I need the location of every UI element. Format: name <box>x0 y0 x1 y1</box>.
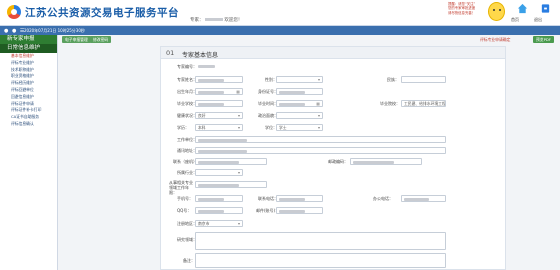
label-work-unit: 工作单位： <box>177 137 197 142</box>
label-birth-date: 出生年月： <box>177 89 197 94</box>
top-header: 江苏公共资源交易电子服务平台 专家： 欢迎您！ 提醒：请您“关注” 您的专家审批… <box>0 0 560 26</box>
expert-no-value <box>196 63 226 70</box>
preview-pdf-button[interactable]: 预览PDF <box>533 36 554 43</box>
label-industry: 所属行业： <box>177 170 197 175</box>
sidebar-item-experience[interactable]: 评标经历维护 <box>0 80 57 87</box>
quick-link[interactable]: 评标专业申请确定 <box>480 36 510 43</box>
health-select[interactable]: 良好 <box>195 112 243 119</box>
label-address: 通讯地址： <box>177 148 197 153</box>
tab-electronic-application[interactable]: 电子申报管理 <box>62 36 91 43</box>
name-field[interactable] <box>195 76 243 83</box>
gender-select[interactable] <box>276 76 323 83</box>
sidebar-section-daily-maintenance[interactable]: 日常信息维护 <box>0 44 57 53</box>
phone-field[interactable] <box>276 195 323 202</box>
region-select[interactable]: 南京市 <box>195 220 243 227</box>
sidebar-item-avoid-unit[interactable]: 评标回避单位 <box>0 87 57 94</box>
label-postal: 邮政编码： <box>328 159 348 164</box>
sidebar-item-certificate[interactable]: 评标证件申请 <box>0 101 57 108</box>
notice-bubble: 提醒：请您“关注” 您的专家审批进度 请尽快信息完善！ <box>448 2 490 15</box>
user-greeting-suffix: 欢迎您！ <box>224 18 243 23</box>
tab-change-password[interactable]: 修改密码 <box>90 36 112 43</box>
political-select[interactable] <box>276 112 323 119</box>
ethnicity-field[interactable] <box>401 76 446 83</box>
grad-date-field[interactable] <box>276 100 323 107</box>
mobile-field[interactable] <box>195 195 243 202</box>
industry-select[interactable] <box>195 169 243 176</box>
label-work-years: 从事相关专业领域工作年限： <box>169 180 193 195</box>
sidebar-item-qualification[interactable]: 职业资格维护 <box>0 73 57 80</box>
landline-field[interactable] <box>195 158 267 165</box>
sidebar-item-basic-info[interactable]: 基本信息维护 <box>0 53 57 60</box>
address-field[interactable] <box>195 147 446 154</box>
section-number: 01 <box>166 49 175 57</box>
label-expert-no: 专家编号： <box>177 64 197 69</box>
id-number-field[interactable] <box>276 88 323 95</box>
sidebar-section-new-application[interactable]: 新专家申报 <box>0 35 57 44</box>
status-strip: ● ● ☰ 2020年07月21日 10时25分30秒 <box>0 26 560 35</box>
label-ethnicity: 民族： <box>387 77 399 82</box>
work-years-field[interactable] <box>195 181 267 188</box>
toolbar: 电子申报管理 修改密码 评标专业申请确定 预览PDF <box>60 35 560 44</box>
degree-select[interactable]: 学士 <box>276 124 323 131</box>
label-major-in-school: 毕业学校： <box>177 101 197 106</box>
label-name: 专家姓名： <box>177 77 197 82</box>
label-political: 政治面貌： <box>258 113 278 118</box>
qq-field[interactable] <box>195 207 243 214</box>
section-title: 专家基本信息 <box>182 51 219 59</box>
user-greeting-prefix: 专家： <box>190 18 204 23</box>
label-research-field: 研究领域： <box>177 237 197 242</box>
notice-line: 请尽快信息完善！ <box>448 10 476 15</box>
label-phone: 联系电话： <box>258 196 278 201</box>
main-content: 电子申报管理 修改密码 评标专业申请确定 预览PDF 01 专家基本信息 专家编… <box>60 35 560 270</box>
education-select[interactable]: 本科 <box>195 124 243 131</box>
sidebar-item-ca-service[interactable]: CA证书自助服务 <box>0 114 57 121</box>
logout-icon <box>541 4 549 13</box>
birth-date-field[interactable] <box>195 88 243 95</box>
logout-button[interactable]: 退出 <box>534 3 556 22</box>
sidebar-item-bid-major[interactable]: 评标专业维护 <box>0 60 57 67</box>
user-name-redacted <box>204 18 223 21</box>
postal-field[interactable] <box>350 158 422 165</box>
label-education: 学历： <box>177 125 189 130</box>
sidebar-item-card-print[interactable]: 评标证件补卡打印 <box>0 107 57 114</box>
label-grad-date: 毕业时间： <box>258 101 278 106</box>
basic-info-panel: 01 专家基本信息 专家编号： 专家姓名： 性别： 民族： 出生年月： 身份证号… <box>160 46 506 270</box>
app-title: 江苏公共资源交易电子服务平台 <box>25 7 179 19</box>
research-field-textarea[interactable] <box>195 232 446 250</box>
sidebar-item-confirm[interactable]: 评标信息确认 <box>0 121 57 128</box>
home-icon <box>517 3 527 14</box>
sidebar-item-tech-title[interactable]: 技术职称维护 <box>0 67 57 74</box>
sidebar: 新专家申报 日常信息维护 基本信息维护 评标专业维护 技术职称维护 职业资格维护… <box>0 35 58 270</box>
office-phone-field[interactable] <box>401 195 446 202</box>
major-field[interactable]: 工民建、给排水环境工程 <box>401 100 446 107</box>
home-button[interactable]: 首页 <box>511 3 533 22</box>
panel-header: 01 专家基本信息 <box>161 47 505 59</box>
user-greeting: 专家： 欢迎您！ <box>190 17 242 23</box>
home-label: 首页 <box>511 17 519 22</box>
logout-label: 退出 <box>534 17 542 22</box>
label-mobile: 手机号： <box>177 196 193 201</box>
nav-shortcut-icons[interactable]: ● ● ☰ <box>4 28 25 34</box>
label-office-phone: 办公电话： <box>373 196 393 201</box>
label-region: 注册地区： <box>177 221 197 226</box>
school-field[interactable] <box>195 100 243 107</box>
label-major: 毕业院校： <box>380 101 400 106</box>
platform-logo-icon <box>7 5 21 19</box>
label-id-number: 身份证号： <box>258 89 278 94</box>
sidebar-item-avoid-info[interactable]: 回避信息维护 <box>0 94 57 101</box>
label-remark: 备注： <box>183 258 195 263</box>
current-datetime: 2020年07月21日 10时25分30秒 <box>24 28 85 33</box>
label-health: 健康状况： <box>177 113 197 118</box>
remark-textarea[interactable] <box>195 253 446 268</box>
label-qq: QQ号： <box>177 208 192 213</box>
mascot-icon <box>488 2 505 21</box>
work-unit-field[interactable] <box>195 136 446 143</box>
email-field[interactable] <box>276 207 323 214</box>
